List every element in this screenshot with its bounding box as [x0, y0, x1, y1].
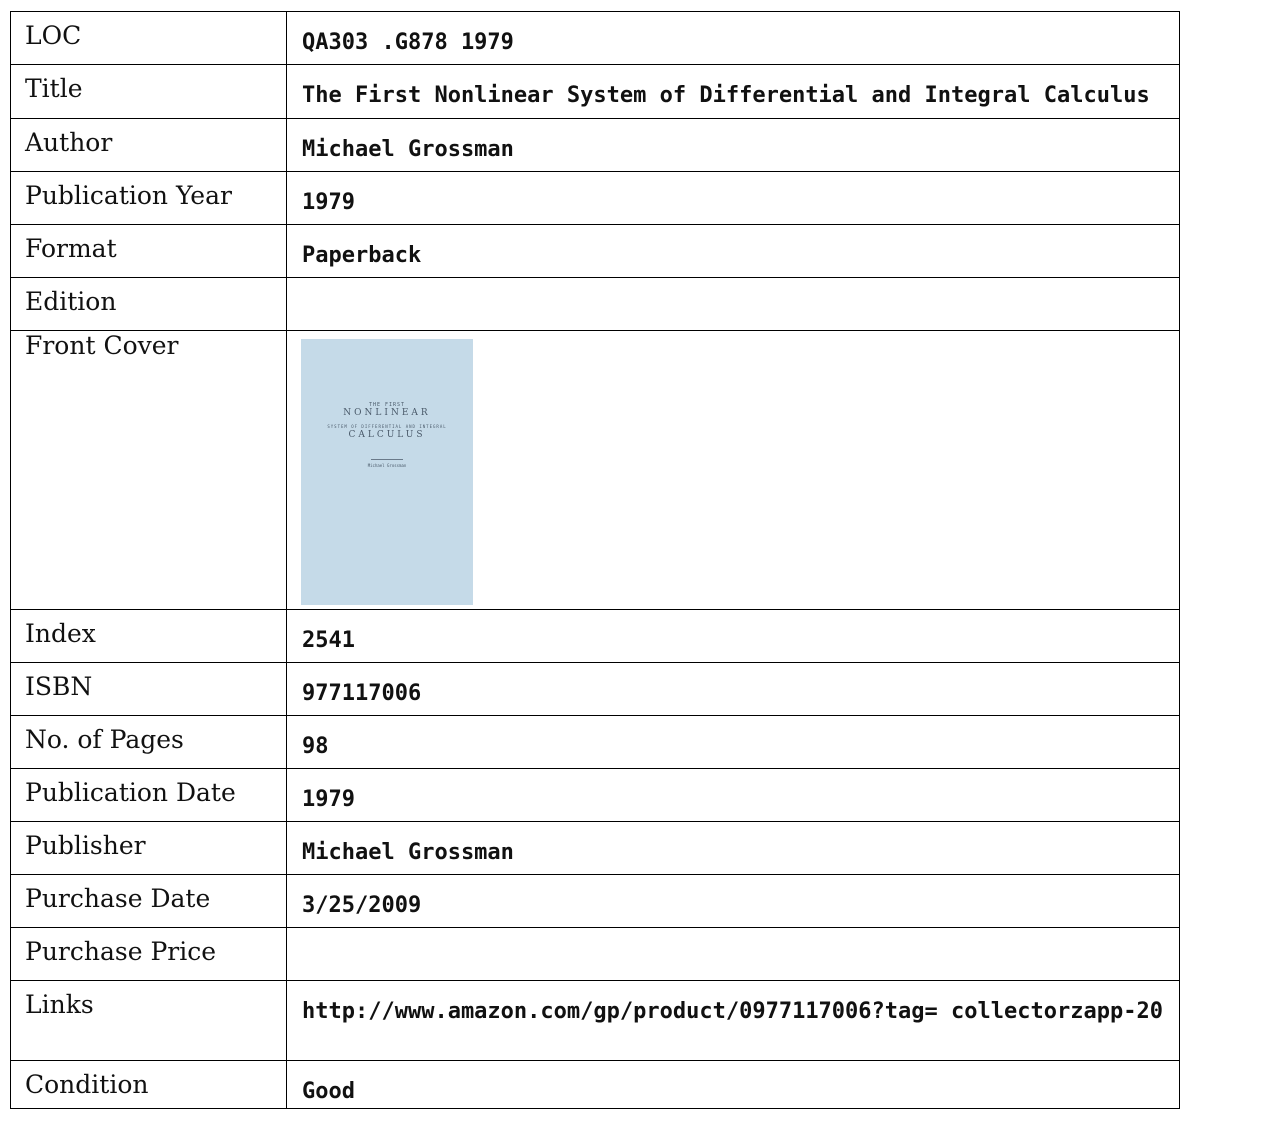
book-details-table: LOC QA303 .G878 1979 Title The First Non… [10, 11, 1180, 1109]
cover-line-4: CALCULUS [348, 430, 426, 440]
author-label: Author [10, 118, 287, 172]
condition-label: Condition [10, 1060, 287, 1109]
isbn-label: ISBN [10, 662, 287, 716]
edition-label: Edition [10, 277, 287, 331]
row-index: Index 2541 [10, 609, 1180, 663]
loc-label: LOC [10, 11, 287, 65]
cover-author: Michael Grossman [367, 463, 407, 468]
row-edition: Edition [10, 277, 1180, 331]
cover-rule [371, 459, 403, 460]
purchase-price-value [286, 927, 1180, 981]
pages-value: 98 [286, 715, 1180, 769]
row-links: Links http://www.amazon.com/gp/product/0… [10, 980, 1180, 1061]
row-author: Author Michael Grossman [10, 118, 1180, 172]
row-publication-year: Publication Year 1979 [10, 171, 1180, 225]
links-label: Links [10, 980, 287, 1061]
index-value: 2541 [286, 609, 1180, 663]
row-publisher: Publisher Michael Grossman [10, 821, 1180, 875]
pages-label: No. of Pages [10, 715, 287, 769]
row-loc: LOC QA303 .G878 1979 [10, 11, 1180, 65]
publication-date-value: 1979 [286, 768, 1180, 822]
row-publication-date: Publication Date 1979 [10, 768, 1180, 822]
condition-value: Good [286, 1060, 1180, 1109]
publisher-label: Publisher [10, 821, 287, 875]
index-label: Index [10, 609, 287, 663]
publication-date-label: Publication Date [10, 768, 287, 822]
title-label: Title [10, 64, 287, 119]
isbn-value: 977117006 [286, 662, 1180, 716]
row-title: Title The First Nonlinear System of Diff… [10, 64, 1180, 119]
publication-year-value: 1979 [286, 171, 1180, 225]
format-value: Paperback [286, 224, 1180, 278]
publisher-value: Michael Grossman [286, 821, 1180, 875]
purchase-price-label: Purchase Price [10, 927, 287, 981]
front-cover-image[interactable]: THE FIRST NONLINEAR SYSTEM OF DIFFERENTI… [301, 339, 473, 605]
loc-value: QA303 .G878 1979 [286, 11, 1180, 65]
row-format: Format Paperback [10, 224, 1180, 278]
row-purchase-price: Purchase Price [10, 927, 1180, 981]
row-front-cover: Front Cover THE FIRST NONLINEAR SYSTEM O… [10, 330, 1180, 610]
front-cover-label: Front Cover [10, 330, 287, 610]
links-value[interactable]: http://www.amazon.com/gp/product/0977117… [286, 980, 1180, 1061]
row-purchase-date: Purchase Date 3/25/2009 [10, 874, 1180, 928]
publication-year-label: Publication Year [10, 171, 287, 225]
format-label: Format [10, 224, 287, 278]
author-value: Michael Grossman [286, 118, 1180, 172]
purchase-date-label: Purchase Date [10, 874, 287, 928]
row-pages: No. of Pages 98 [10, 715, 1180, 769]
row-condition: Condition Good [10, 1060, 1180, 1109]
front-cover-cell: THE FIRST NONLINEAR SYSTEM OF DIFFERENTI… [286, 330, 1180, 610]
title-value: The First Nonlinear System of Differenti… [286, 64, 1180, 119]
row-isbn: ISBN 977117006 [10, 662, 1180, 716]
purchase-date-value: 3/25/2009 [286, 874, 1180, 928]
edition-value [286, 277, 1180, 331]
